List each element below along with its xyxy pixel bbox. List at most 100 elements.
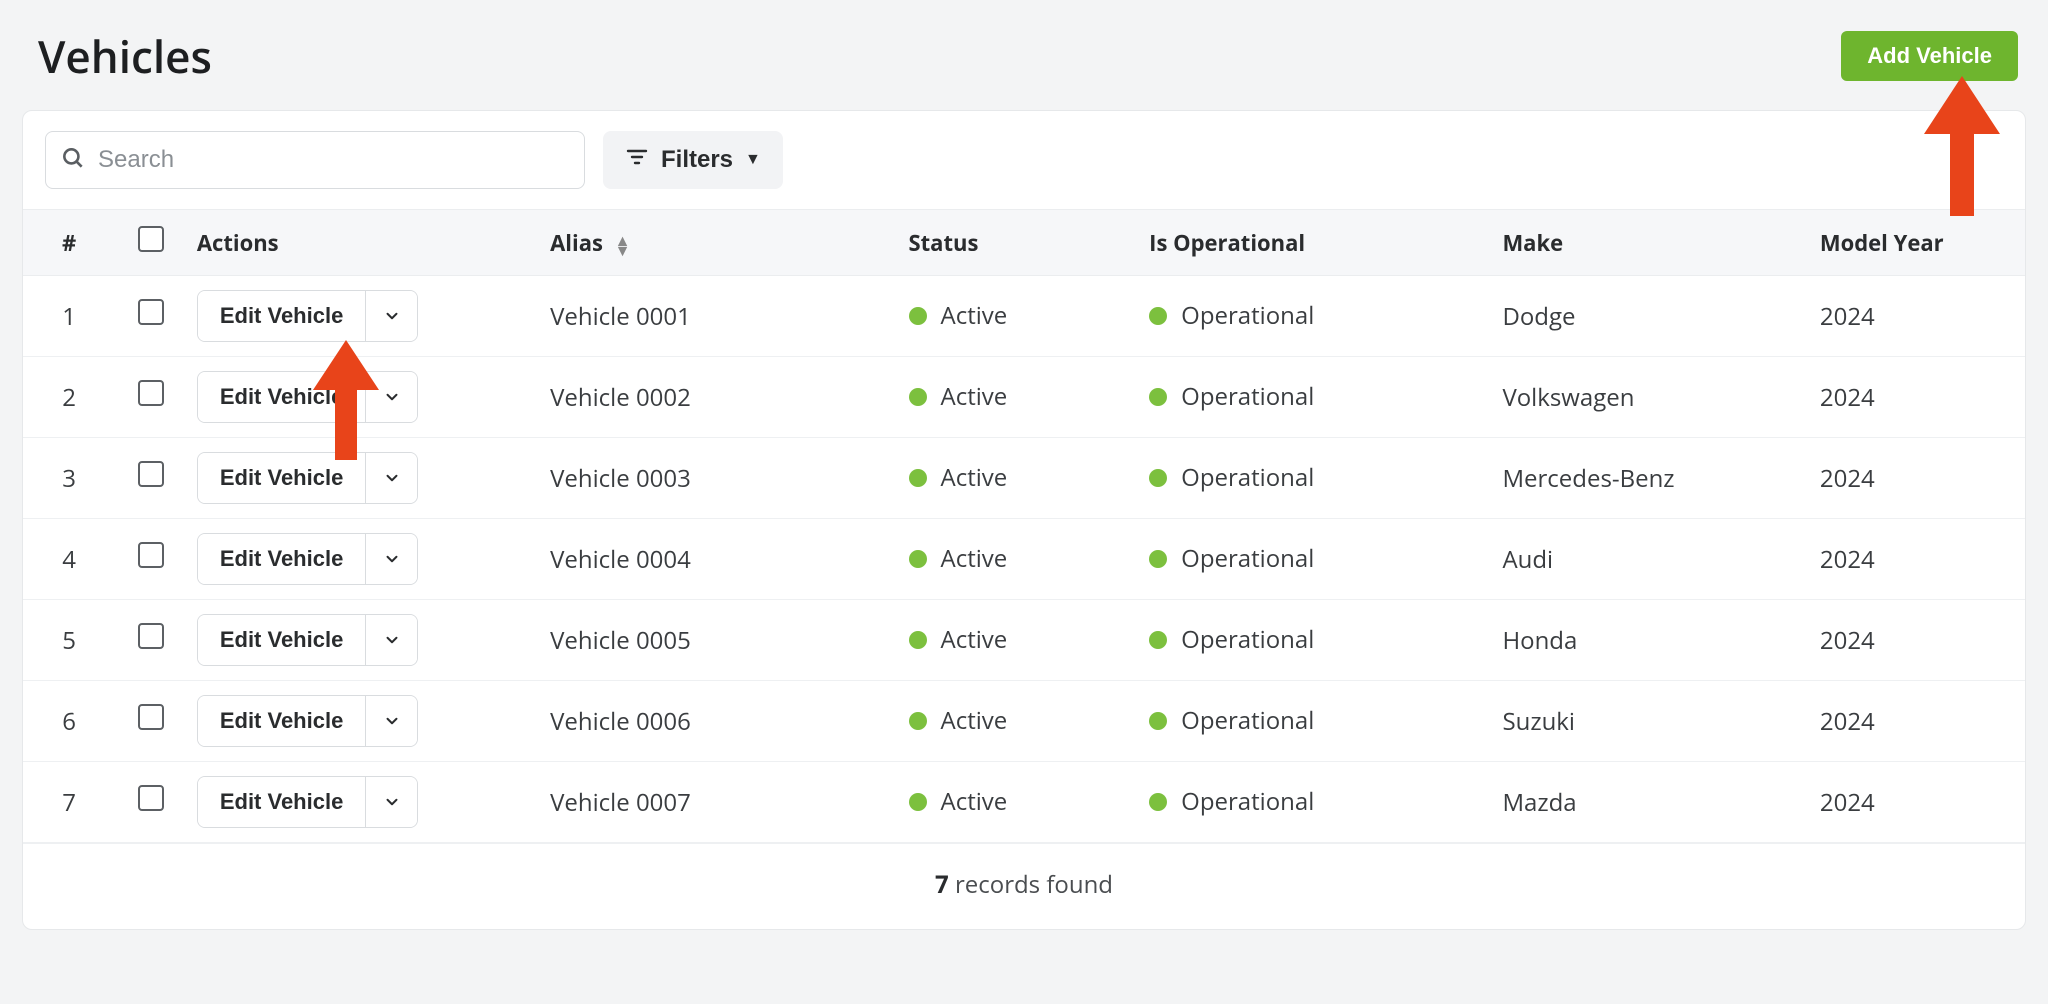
cell-make: Suzuki: [1492, 681, 1809, 762]
search-icon: [60, 145, 86, 176]
column-header-actions: Actions: [187, 210, 540, 276]
cell-operational: Operational: [1181, 785, 1314, 818]
edit-vehicle-button[interactable]: Edit Vehicle: [198, 615, 366, 665]
edit-vehicle-dropdown[interactable]: [365, 372, 417, 422]
row-number: 7: [23, 762, 115, 843]
row-checkbox[interactable]: [138, 785, 164, 811]
page-title: Vehicles: [38, 26, 212, 86]
edit-vehicle-button[interactable]: Edit Vehicle: [198, 696, 366, 746]
cell-operational: Operational: [1181, 542, 1314, 575]
edit-vehicle-dropdown[interactable]: [365, 291, 417, 341]
status-dot-icon: [909, 307, 927, 325]
column-header-alias-label: Alias: [550, 228, 603, 258]
edit-vehicle-button[interactable]: Edit Vehicle: [198, 777, 366, 827]
cell-status: Active: [941, 623, 1008, 656]
filters-label: Filters: [661, 146, 733, 174]
edit-vehicle-dropdown[interactable]: [365, 777, 417, 827]
status-dot-icon: [1149, 469, 1167, 487]
chevron-down-icon: ▼: [745, 151, 761, 169]
search-field[interactable]: [45, 131, 585, 189]
cell-model-year: 2024: [1810, 762, 2025, 843]
row-checkbox[interactable]: [138, 542, 164, 568]
table-row: 4 Edit Vehicle Vehicle 0004 Active Operation…: [23, 519, 2025, 600]
status-dot-icon: [1149, 631, 1167, 649]
row-checkbox[interactable]: [138, 461, 164, 487]
column-header-alias[interactable]: Alias ▲▼: [540, 210, 898, 276]
table-row: 7Edit VehicleVehicle 0007ActiveOperation…: [23, 762, 2025, 843]
cell-alias: Vehicle 0002: [540, 357, 898, 438]
column-header-select: [115, 210, 187, 276]
row-checkbox[interactable]: [138, 623, 164, 649]
cell-status: Active: [941, 461, 1008, 494]
add-vehicle-button[interactable]: Add Vehicle: [1841, 31, 2018, 81]
records-found-label: records found: [949, 868, 1113, 901]
column-header-status[interactable]: Status: [899, 210, 1140, 276]
status-dot-icon: [1149, 793, 1167, 811]
status-dot-icon: [909, 469, 927, 487]
cell-status: Active: [941, 542, 1008, 575]
edit-vehicle-button[interactable]: Edit Vehicle: [198, 372, 366, 422]
cell-operational: Operational: [1181, 461, 1314, 494]
status-dot-icon: [1149, 550, 1167, 568]
status-dot-icon: [1149, 388, 1167, 406]
status-dot-icon: [909, 793, 927, 811]
cell-status: Active: [941, 299, 1008, 332]
cell-alias: Vehicle 0006: [540, 681, 898, 762]
cell-alias: Vehicle 0005: [540, 600, 898, 681]
column-header-make[interactable]: Make: [1492, 210, 1809, 276]
sort-indicator-icon: ▲▼: [615, 235, 629, 255]
edit-vehicle-dropdown[interactable]: [365, 615, 417, 665]
cell-alias: Vehicle 0007: [540, 762, 898, 843]
column-header-num[interactable]: #: [23, 210, 115, 276]
row-number: 3: [23, 438, 115, 519]
table-row: 2 Edit Vehicle Vehicle 0002 Active Operation…: [23, 357, 2025, 438]
cell-make: Mercedes-Benz: [1492, 438, 1809, 519]
cell-operational: Operational: [1181, 623, 1314, 656]
cell-make: Volkswagen: [1492, 357, 1809, 438]
status-dot-icon: [909, 712, 927, 730]
status-dot-icon: [1149, 307, 1167, 325]
filters-button[interactable]: Filters ▼: [603, 131, 783, 189]
cell-operational: Operational: [1181, 380, 1314, 413]
row-number: 2: [23, 357, 115, 438]
vehicles-table: # Actions Alias ▲▼ Status Is Operational…: [23, 209, 2025, 843]
cell-model-year: 2024: [1810, 681, 2025, 762]
edit-vehicle-dropdown[interactable]: [365, 696, 417, 746]
table-row: 6Edit VehicleVehicle 0006ActiveOperation…: [23, 681, 2025, 762]
table-row: 1Edit VehicleVehicle 0001ActiveOperation…: [23, 276, 2025, 357]
cell-model-year: 2024: [1810, 357, 2025, 438]
column-header-model-year[interactable]: Model Year: [1810, 210, 2025, 276]
edit-vehicle-button[interactable]: Edit Vehicle: [198, 453, 366, 503]
row-number: 6: [23, 681, 115, 762]
row-number: 4: [23, 519, 115, 600]
table-row: 3Edit VehicleVehicle 0003ActiveOperation…: [23, 438, 2025, 519]
edit-vehicle-dropdown[interactable]: [365, 534, 417, 584]
select-all-checkbox[interactable]: [138, 226, 164, 252]
edit-vehicle-button[interactable]: Edit Vehicle: [198, 291, 366, 341]
cell-make: Honda: [1492, 600, 1809, 681]
cell-operational: Operational: [1181, 299, 1314, 332]
cell-make: Mazda: [1492, 762, 1809, 843]
table-row: 5 Edit Vehicle Vehicle 0005 Active Operation…: [23, 600, 2025, 681]
records-count: 7: [935, 868, 949, 901]
row-number: 5: [23, 600, 115, 681]
row-checkbox[interactable]: [138, 299, 164, 325]
status-dot-icon: [909, 388, 927, 406]
cell-alias: Vehicle 0004: [540, 519, 898, 600]
row-checkbox[interactable]: [138, 380, 164, 406]
edit-vehicle-dropdown[interactable]: [365, 453, 417, 503]
status-dot-icon: [909, 550, 927, 568]
status-dot-icon: [909, 631, 927, 649]
search-input[interactable]: [98, 146, 570, 174]
row-checkbox[interactable]: [138, 704, 164, 730]
cell-model-year: 2024: [1810, 600, 2025, 681]
cell-make: Audi: [1492, 519, 1809, 600]
table-footer: 7 records found: [23, 843, 2025, 929]
cell-model-year: 2024: [1810, 276, 2025, 357]
cell-status: Active: [941, 380, 1008, 413]
cell-operational: Operational: [1181, 704, 1314, 737]
cell-model-year: 2024: [1810, 438, 2025, 519]
cell-model-year: 2024: [1810, 519, 2025, 600]
column-header-operational[interactable]: Is Operational: [1139, 210, 1492, 276]
edit-vehicle-button[interactable]: Edit Vehicle: [198, 534, 366, 584]
